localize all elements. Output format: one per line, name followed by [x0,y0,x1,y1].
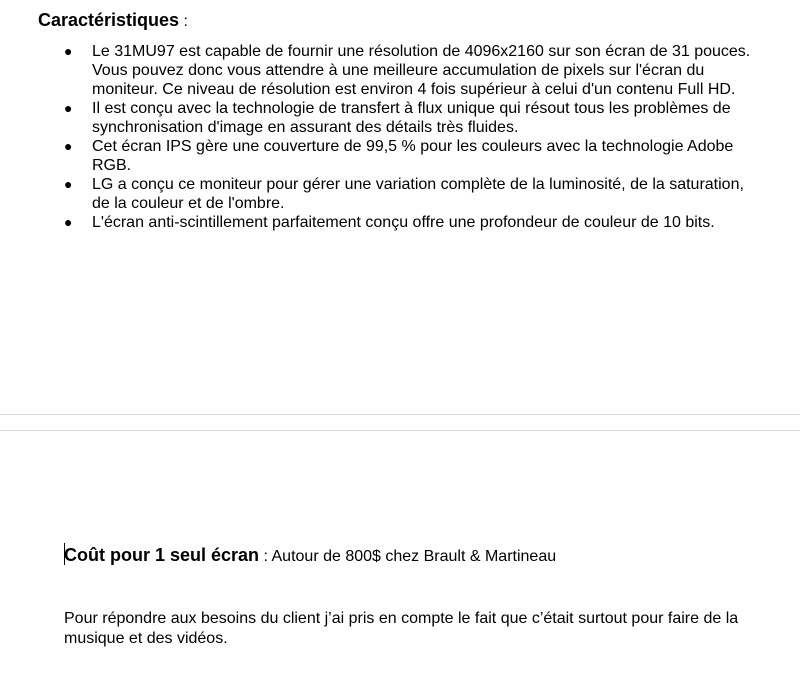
list-item-text: Cet écran IPS gère une couverture de 99,… [92,138,734,174]
closing-paragraph: Pour répondre aux besoins du client j’ai… [64,610,739,647]
section-heading-colon: : [179,13,188,30]
list-item: ● LG a conçu ce moniteur pour gérer une … [0,175,800,213]
document-page-top: Caractéristiques : ● Le 31MU97 est capab… [0,0,800,414]
cost-line: Coût pour 1 seul écran : Autour de 800$ … [64,544,556,568]
cost-value: : Autour de 800$ chez Brault & Martineau [259,548,557,565]
list-item-text: L'écran anti-scintillement parfaitement … [92,214,715,231]
document-page-bottom[interactable]: Coût pour 1 seul écran : Autour de 800$ … [0,431,800,679]
list-item-text: LG a conçu ce moniteur pour gérer une va… [92,176,744,212]
bullet-icon: ● [64,138,73,154]
features-bullet-list: ● Le 31MU97 est capable de fournir une r… [0,42,800,232]
section-heading-title: Caractéristiques [38,10,180,30]
list-item-text: Le 31MU97 est capable de fournir une rés… [92,43,751,98]
list-item-text: Il est conçu avec la technologie de tran… [92,100,731,136]
page-break [0,414,800,431]
list-item: ● Le 31MU97 est capable de fournir une r… [0,42,800,99]
bullet-icon: ● [64,100,73,116]
bullet-icon: ● [64,214,73,230]
list-item: ● Cet écran IPS gère une couverture de 9… [0,137,800,175]
list-item: ● Il est conçu avec la technologie de tr… [0,99,800,137]
bullet-icon: ● [64,176,73,192]
bullet-icon: ● [64,43,73,59]
section-heading: Caractéristiques : [38,9,188,33]
list-item: ● L'écran anti-scintillement parfaitemen… [0,213,800,232]
cost-label: Coût pour 1 seul écran [64,545,260,565]
